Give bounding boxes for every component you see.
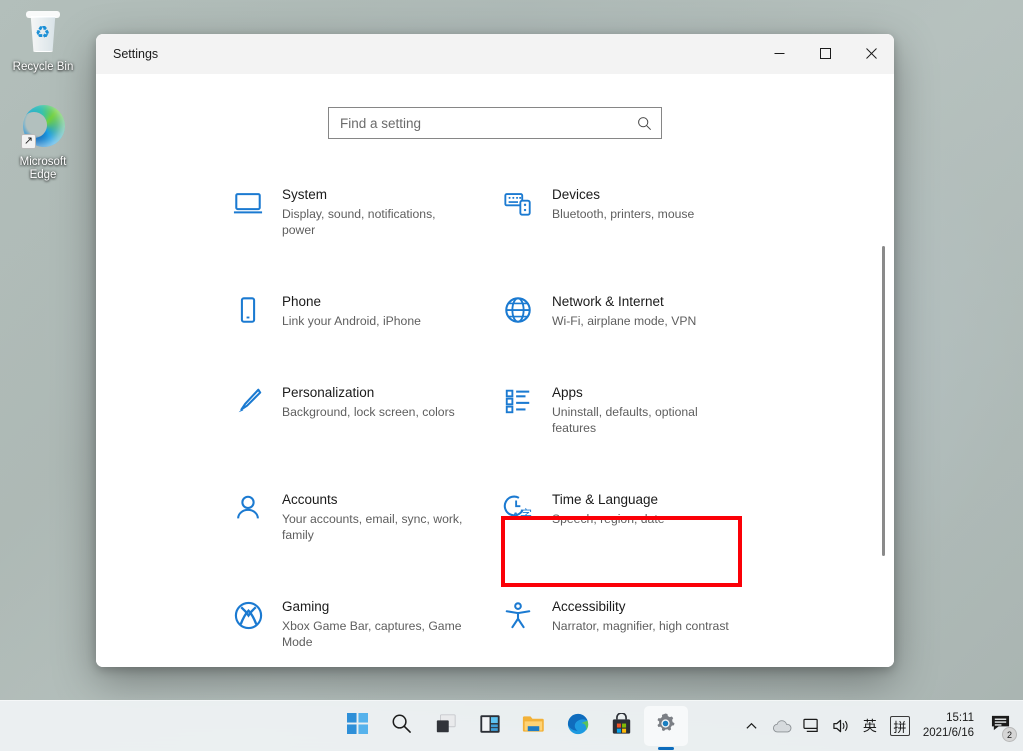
tray-chevron-up-icon[interactable] (739, 709, 765, 743)
ime-mode-label: 拼 (890, 716, 910, 736)
settings-item-accessibility[interactable]: Accessibility Narrator, magnifier, high … (495, 587, 765, 660)
settings-item-desc: Background, lock screen, colors (282, 404, 455, 420)
xbox-icon (231, 598, 265, 632)
taskbar-clock[interactable]: 15:11 2021/6/16 (914, 711, 983, 741)
settings-scrollbar[interactable] (876, 78, 890, 663)
search-icon (391, 713, 412, 739)
phone-icon (231, 293, 265, 327)
system-monitor-icon (231, 186, 265, 220)
widgets-icon (479, 713, 501, 740)
settings-item-title: Gaming (282, 598, 472, 615)
desktop-icon-microsoft-edge[interactable]: ↗ Microsoft Edge (0, 103, 86, 182)
svg-text:A: A (512, 511, 520, 522)
desktop-icon-label-line2: Edge (30, 169, 57, 181)
taskbar-search-button[interactable] (380, 706, 424, 746)
taskbar-start-button[interactable] (336, 706, 380, 746)
desktop[interactable]: ♻ Recycle Bin ↗ Microsoft Edge Settings (0, 0, 1023, 751)
settings-item-system[interactable]: System Display, sound, notifications, po… (225, 175, 495, 248)
settings-item-desc: Bluetooth, printers, mouse (552, 206, 694, 222)
desktop-icon-recycle-bin[interactable]: ♻ Recycle Bin (0, 8, 86, 74)
settings-item-title: Apps (552, 384, 742, 401)
maximize-button[interactable] (802, 34, 848, 74)
settings-item-accounts[interactable]: Accounts Your accounts, email, sync, wor… (225, 480, 495, 553)
close-button[interactable] (848, 34, 894, 74)
settings-item-title: Time & Language (552, 491, 664, 508)
settings-item-title: Accessibility (552, 598, 729, 615)
settings-item-devices[interactable]: Devices Bluetooth, printers, mouse (495, 175, 765, 248)
window-title: Settings (96, 47, 158, 61)
taskbar-file-explorer-button[interactable] (512, 706, 556, 746)
settings-item-title: Devices (552, 186, 694, 203)
folder-icon (522, 713, 545, 740)
notification-badge-count: 2 (1002, 727, 1017, 742)
minimize-button[interactable] (756, 34, 802, 74)
settings-item-desc: Wi-Fi, airplane mode, VPN (552, 313, 696, 329)
taskbar-task-view-button[interactable] (424, 706, 468, 746)
taskbar-settings-button[interactable] (644, 706, 688, 746)
settings-item-desc: Link your Android, iPhone (282, 313, 421, 329)
clock-time: 15:11 (923, 711, 974, 726)
desktop-icon-label: Recycle Bin (13, 61, 74, 73)
globe-icon (501, 293, 535, 327)
settings-item-time-language[interactable]: A 字 Time & Language Speech, region, date (495, 480, 765, 553)
settings-item-title: System (282, 186, 472, 203)
settings-item-phone[interactable]: Phone Link your Android, iPhone (225, 282, 495, 339)
paintbrush-icon (231, 384, 265, 418)
taskbar-widgets-button[interactable] (468, 706, 512, 746)
apps-list-icon (501, 384, 535, 418)
ime-mode-indicator[interactable]: 拼 (886, 709, 914, 743)
devices-keyboard-icon (501, 186, 535, 220)
windows-start-icon (347, 713, 368, 739)
clock-date: 2021/6/16 (923, 726, 974, 741)
settings-item-desc: Display, sound, notifications, power (282, 206, 472, 238)
notification-center-button[interactable]: 2 (983, 709, 1017, 743)
network-icon[interactable] (799, 709, 825, 743)
settings-content: System Display, sound, notifications, po… (96, 74, 894, 667)
taskbar-microsoft-store-button[interactable] (600, 706, 644, 746)
settings-item-desc: Your accounts, email, sync, work, family (282, 511, 472, 543)
search-icon[interactable] (637, 116, 652, 131)
settings-item-title: Phone (282, 293, 421, 310)
accessibility-person-icon (501, 598, 535, 632)
taskbar-microsoft-edge-button[interactable] (556, 706, 600, 746)
search-input[interactable] (340, 116, 637, 131)
microsoft-store-icon (611, 713, 632, 740)
search-row (96, 74, 894, 139)
settings-item-gaming[interactable]: Gaming Xbox Game Bar, captures, Game Mod… (225, 587, 495, 660)
settings-item-title: Accounts (282, 491, 472, 508)
taskbar[interactable]: 英 拼 15:11 2021/6/16 2 (0, 700, 1023, 751)
search-box[interactable] (328, 107, 662, 139)
settings-item-desc: Narrator, magnifier, high contrast (552, 618, 729, 634)
settings-item-network-internet[interactable]: Network & Internet Wi-Fi, airplane mode,… (495, 282, 765, 339)
desktop-icon-label-line1: Microsoft (20, 156, 67, 168)
scrollbar-thumb[interactable] (882, 246, 885, 556)
settings-item-desc: Xbox Game Bar, captures, Game Mode (282, 618, 472, 650)
settings-window[interactable]: Settings (96, 34, 894, 667)
settings-item-personalization[interactable]: Personalization Background, lock screen,… (225, 373, 495, 446)
window-controls (756, 34, 894, 74)
settings-item-title: Network & Internet (552, 293, 696, 310)
svg-text:字: 字 (520, 506, 532, 521)
gear-icon (654, 712, 677, 740)
shortcut-arrow-icon: ↗ (21, 134, 36, 149)
person-icon (231, 491, 265, 525)
microsoft-edge-icon: ↗ (19, 103, 67, 151)
settings-grid: System Display, sound, notifications, po… (225, 175, 765, 660)
volume-icon[interactable] (828, 709, 854, 743)
settings-item-desc: Speech, region, date (552, 511, 664, 527)
taskbar-pinned-apps (336, 706, 688, 746)
settings-item-apps[interactable]: Apps Uninstall, defaults, optional featu… (495, 373, 765, 446)
window-titlebar[interactable]: Settings (96, 34, 894, 74)
ime-language-indicator[interactable]: 英 (857, 709, 883, 743)
task-view-icon (435, 713, 457, 740)
system-tray: 英 拼 15:11 2021/6/16 2 (739, 701, 1023, 751)
recycle-bin-icon: ♻ (19, 8, 67, 56)
settings-item-title: Personalization (282, 384, 455, 401)
microsoft-edge-icon (567, 713, 589, 740)
settings-item-desc: Uninstall, defaults, optional features (552, 404, 742, 436)
onedrive-cloud-icon[interactable] (768, 709, 796, 743)
clock-language-icon: A 字 (501, 491, 535, 525)
